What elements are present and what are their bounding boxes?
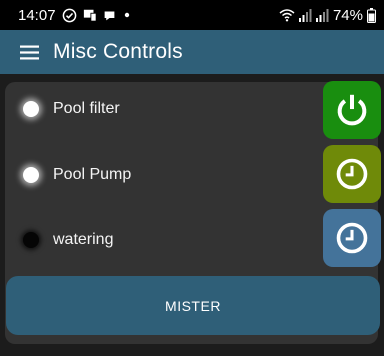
power-button[interactable] <box>323 81 381 139</box>
control-row-watering: watering <box>0 220 320 260</box>
page-title: Misc Controls <box>53 40 183 63</box>
control-label: Pool filter <box>53 100 120 117</box>
status-indicator-light <box>23 167 39 183</box>
chat-bubble-icon <box>103 9 116 22</box>
control-label: Pool Pump <box>53 166 132 183</box>
power-icon <box>333 91 371 129</box>
app-bar: Misc Controls <box>0 30 384 74</box>
hamburger-menu-icon[interactable] <box>20 45 39 60</box>
do-not-disturb-icon <box>62 8 77 23</box>
status-indicator-light <box>23 232 39 248</box>
clock-icon <box>334 156 370 192</box>
clock-icon <box>334 220 370 256</box>
control-label: watering <box>53 231 114 248</box>
status-time: 14:07 <box>18 6 56 24</box>
status-right: 74% <box>279 7 376 24</box>
schedule-button[interactable] <box>323 209 381 267</box>
mister-button-label: MISTER <box>165 297 221 314</box>
signal-icon <box>315 8 329 22</box>
wifi-icon <box>279 8 295 22</box>
control-row-pool-filter: Pool filter <box>0 89 320 129</box>
signal-icon <box>298 8 312 22</box>
battery-icon <box>367 7 376 23</box>
mister-button[interactable]: MISTER <box>6 276 380 335</box>
battery-percent: 74% <box>332 6 363 24</box>
screen-cast-icon <box>83 8 97 22</box>
status-left: 14:07 <box>18 7 132 24</box>
main-content: Pool filter Pool Pump watering MISTER <box>0 74 384 356</box>
status-bar: 14:07 74% <box>0 0 384 30</box>
control-row-pool-pump: Pool Pump <box>0 155 320 195</box>
status-indicator-light <box>23 101 39 117</box>
schedule-button[interactable] <box>323 145 381 203</box>
dot-icon <box>122 10 132 20</box>
